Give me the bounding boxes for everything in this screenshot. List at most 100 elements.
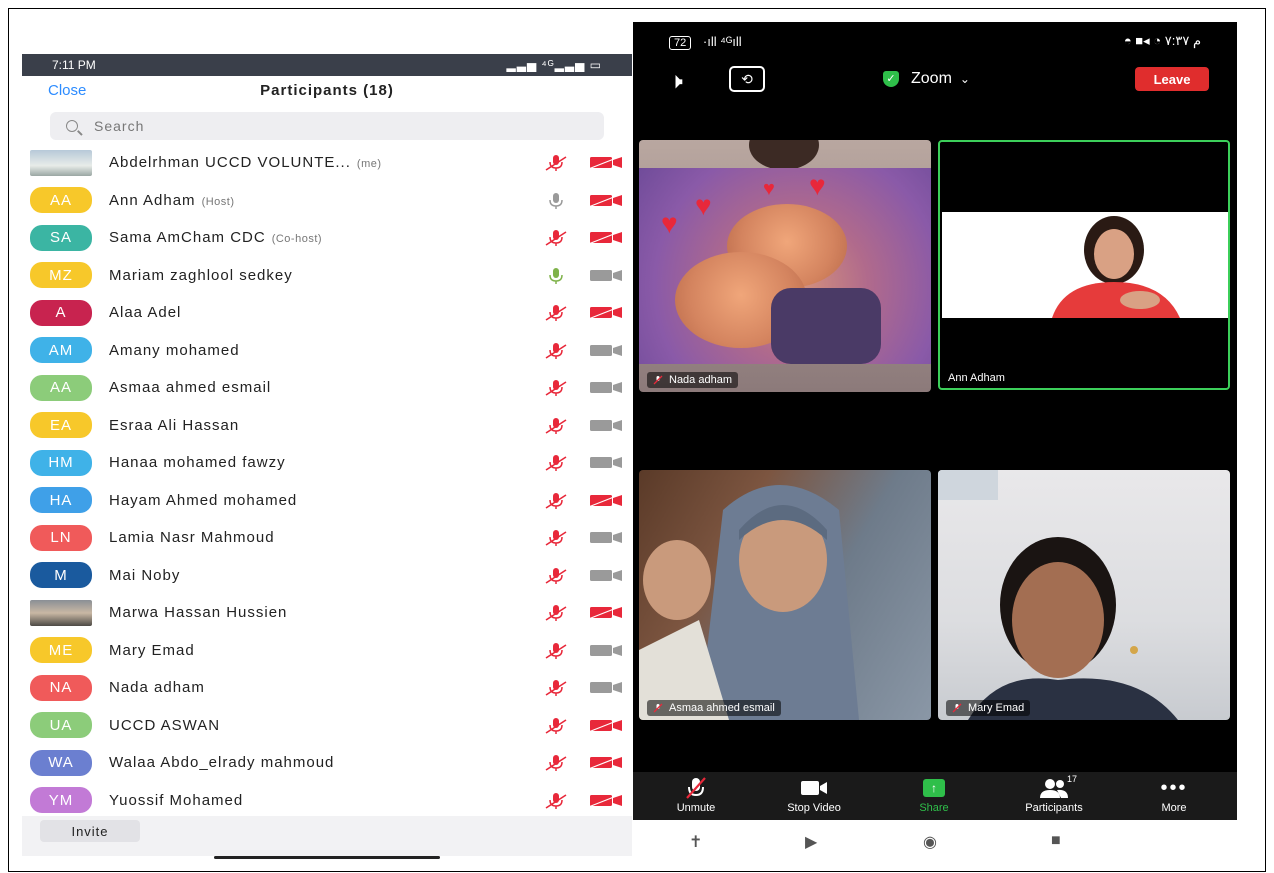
- status-bar: 72 ·ıll ⁴ᴳıll ◓ ■◂ ◔ م ٧:٣٧: [633, 22, 1237, 60]
- leave-button[interactable]: Leave: [1135, 67, 1209, 91]
- search-input[interactable]: Search: [50, 112, 604, 140]
- video-tile-nada[interactable]: ♥ ♥ ♥ ♥ Nada adham: [639, 140, 931, 392]
- video-off-icon[interactable]: [589, 493, 623, 507]
- video-camera-icon[interactable]: [589, 531, 623, 544]
- participant-row[interactable]: AA Asmaa ahmed esmail: [22, 369, 632, 407]
- participant-row[interactable]: MZ Mariam zaghlool sedkey: [22, 257, 632, 295]
- video-off-icon[interactable]: [589, 306, 623, 319]
- accessibility-icon[interactable]: ✝: [689, 832, 702, 852]
- play-icon[interactable]: ▶: [805, 832, 817, 852]
- mic-muted-icon[interactable]: [545, 679, 567, 697]
- participant-row[interactable]: HA Hayam Ahmed mohamed: [22, 482, 632, 520]
- participant-name-text: Walaa Abdo_elrady mahmoud: [109, 754, 335, 772]
- participant-row[interactable]: NA Nada adham: [22, 669, 632, 707]
- video-off-icon[interactable]: [589, 193, 623, 207]
- participant-row[interactable]: A Alaa Adel: [22, 294, 632, 332]
- video-off-icon[interactable]: [589, 156, 623, 169]
- video-tile-ann[interactable]: Ann Adham: [938, 140, 1230, 390]
- video-camera-icon[interactable]: [589, 269, 623, 282]
- avatar: HM: [30, 449, 92, 476]
- participant-row[interactable]: EA Esraa Ali Hassan: [22, 407, 632, 445]
- mic-muted-icon[interactable]: [545, 567, 567, 585]
- mic-icon[interactable]: [545, 192, 567, 210]
- home-icon[interactable]: ◉: [923, 832, 937, 852]
- participant-row[interactable]: Marwa Hassan Hussien: [22, 594, 632, 632]
- unmute-button[interactable]: Unmute: [651, 776, 741, 814]
- mic-muted-icon[interactable]: [545, 154, 567, 172]
- video-camera-icon[interactable]: [589, 644, 623, 657]
- avatar: WA: [30, 749, 92, 776]
- participant-video: [749, 140, 819, 170]
- participants-label: Participants: [1025, 802, 1083, 814]
- mic-muted-icon[interactable]: [545, 229, 567, 247]
- video-camera-icon[interactable]: [589, 569, 623, 582]
- mic-muted-icon[interactable]: [545, 454, 567, 472]
- video-off-icon[interactable]: [589, 606, 623, 619]
- mic-muted-icon[interactable]: [545, 417, 567, 435]
- panel-title: Participants (18): [260, 82, 394, 99]
- video-camera-icon[interactable]: [589, 419, 623, 432]
- video-off-icon[interactable]: [589, 756, 623, 769]
- cat-filter-image: ♥ ♥ ♥ ♥: [639, 168, 931, 364]
- video-off-icon[interactable]: [589, 718, 623, 732]
- participant-name-text: Abdelrhman UCCD VOLUNTE...: [109, 154, 351, 172]
- participant-row[interactable]: SA Sama AmCham CDC (Co-host): [22, 219, 632, 257]
- participant-row[interactable]: LN Lamia Nasr Mahmoud: [22, 519, 632, 557]
- mic-muted-icon[interactable]: [545, 717, 567, 735]
- mic-muted-icon: [952, 703, 962, 713]
- switch-camera-icon[interactable]: ⟲: [729, 66, 765, 92]
- video-tile-asmaa[interactable]: Asmaa ahmed esmail: [639, 470, 931, 720]
- avatar: [30, 599, 92, 626]
- stop-video-button[interactable]: Stop Video: [769, 776, 859, 814]
- participant-row[interactable]: AA Ann Adham (Host): [22, 182, 632, 220]
- mic-muted-icon[interactable]: [545, 529, 567, 547]
- status-icons: ▂▃▅ ⁴ᴳ▂▃▅ ▭: [506, 58, 602, 72]
- mic-muted-icon[interactable]: [545, 379, 567, 397]
- participant-row[interactable]: AM Amany mohamed: [22, 332, 632, 370]
- mic-muted-icon[interactable]: [545, 304, 567, 322]
- mic-muted-icon[interactable]: [545, 792, 567, 810]
- speaker-icon[interactable]: 🕨: [669, 68, 683, 94]
- more-button[interactable]: ••• More: [1129, 776, 1219, 815]
- participant-row[interactable]: WA Walaa Abdo_elrady mahmoud: [22, 744, 632, 782]
- video-tile-mary[interactable]: Mary Emad: [938, 470, 1230, 720]
- search-icon: [66, 120, 78, 132]
- avatar: UA: [30, 712, 92, 739]
- participant-row[interactable]: YM Yuossif Mohamed: [22, 782, 632, 820]
- participant-role: (Co-host): [271, 233, 323, 246]
- invite-button[interactable]: Invite: [40, 820, 140, 842]
- name-tag: Asmaa ahmed esmail: [647, 700, 781, 716]
- mic-icon[interactable]: [545, 267, 567, 285]
- participant-name-text: Mariam zaghlool sedkey: [109, 266, 293, 284]
- tile-name: Ann Adham: [948, 372, 1005, 384]
- mic-muted-icon[interactable]: [545, 604, 567, 622]
- video-camera-icon[interactable]: [589, 381, 623, 394]
- avatar: ME: [30, 637, 92, 664]
- mic-muted-icon[interactable]: [545, 754, 567, 772]
- participant-row[interactable]: M Mai Noby: [22, 557, 632, 595]
- video-camera-icon[interactable]: [589, 344, 623, 357]
- mic-muted-icon[interactable]: [545, 342, 567, 360]
- meeting-view: 72 ·ıll ⁴ᴳıll ◓ ■◂ ◔ م ٧:٣٧ 🕨 ⟲ ✓ Zoom ⌄…: [633, 22, 1237, 864]
- meeting-info[interactable]: ✓ Zoom ⌄: [883, 70, 970, 88]
- participant-name-text: Marwa Hassan Hussien: [109, 604, 288, 622]
- stop-icon[interactable]: ■: [1051, 832, 1061, 850]
- mic-muted-icon[interactable]: [545, 492, 567, 510]
- share-button[interactable]: ↑ Share: [889, 776, 979, 814]
- participant-row[interactable]: UA UCCD ASWAN: [22, 707, 632, 745]
- video-off-icon[interactable]: [589, 231, 623, 244]
- participant-role: (Host): [201, 195, 235, 208]
- participants-button[interactable]: 17 Participants: [1009, 774, 1099, 814]
- video-camera-icon[interactable]: [589, 456, 623, 469]
- video-camera-icon[interactable]: [589, 681, 623, 694]
- mic-muted-icon[interactable]: [545, 642, 567, 660]
- participant-row[interactable]: Abdelrhman UCCD VOLUNTE... (me): [22, 144, 632, 182]
- participants-panel: 7:11 PM ▂▃▅ ⁴ᴳ▂▃▅ ▭ Close Participants (…: [22, 54, 632, 864]
- video-off-icon[interactable]: [589, 793, 623, 807]
- android-nav-bar: ✝ ▶ ◉ ■: [633, 820, 1237, 864]
- participant-row[interactable]: HM Hanaa mohamed fawzy: [22, 444, 632, 482]
- participant-name-text: UCCD ASWAN: [109, 716, 221, 734]
- participant-row[interactable]: ME Mary Emad: [22, 632, 632, 670]
- status-left: 72 ·ıll ⁴ᴳıll: [669, 34, 742, 50]
- participant-name-text: Lamia Nasr Mahmoud: [109, 529, 275, 547]
